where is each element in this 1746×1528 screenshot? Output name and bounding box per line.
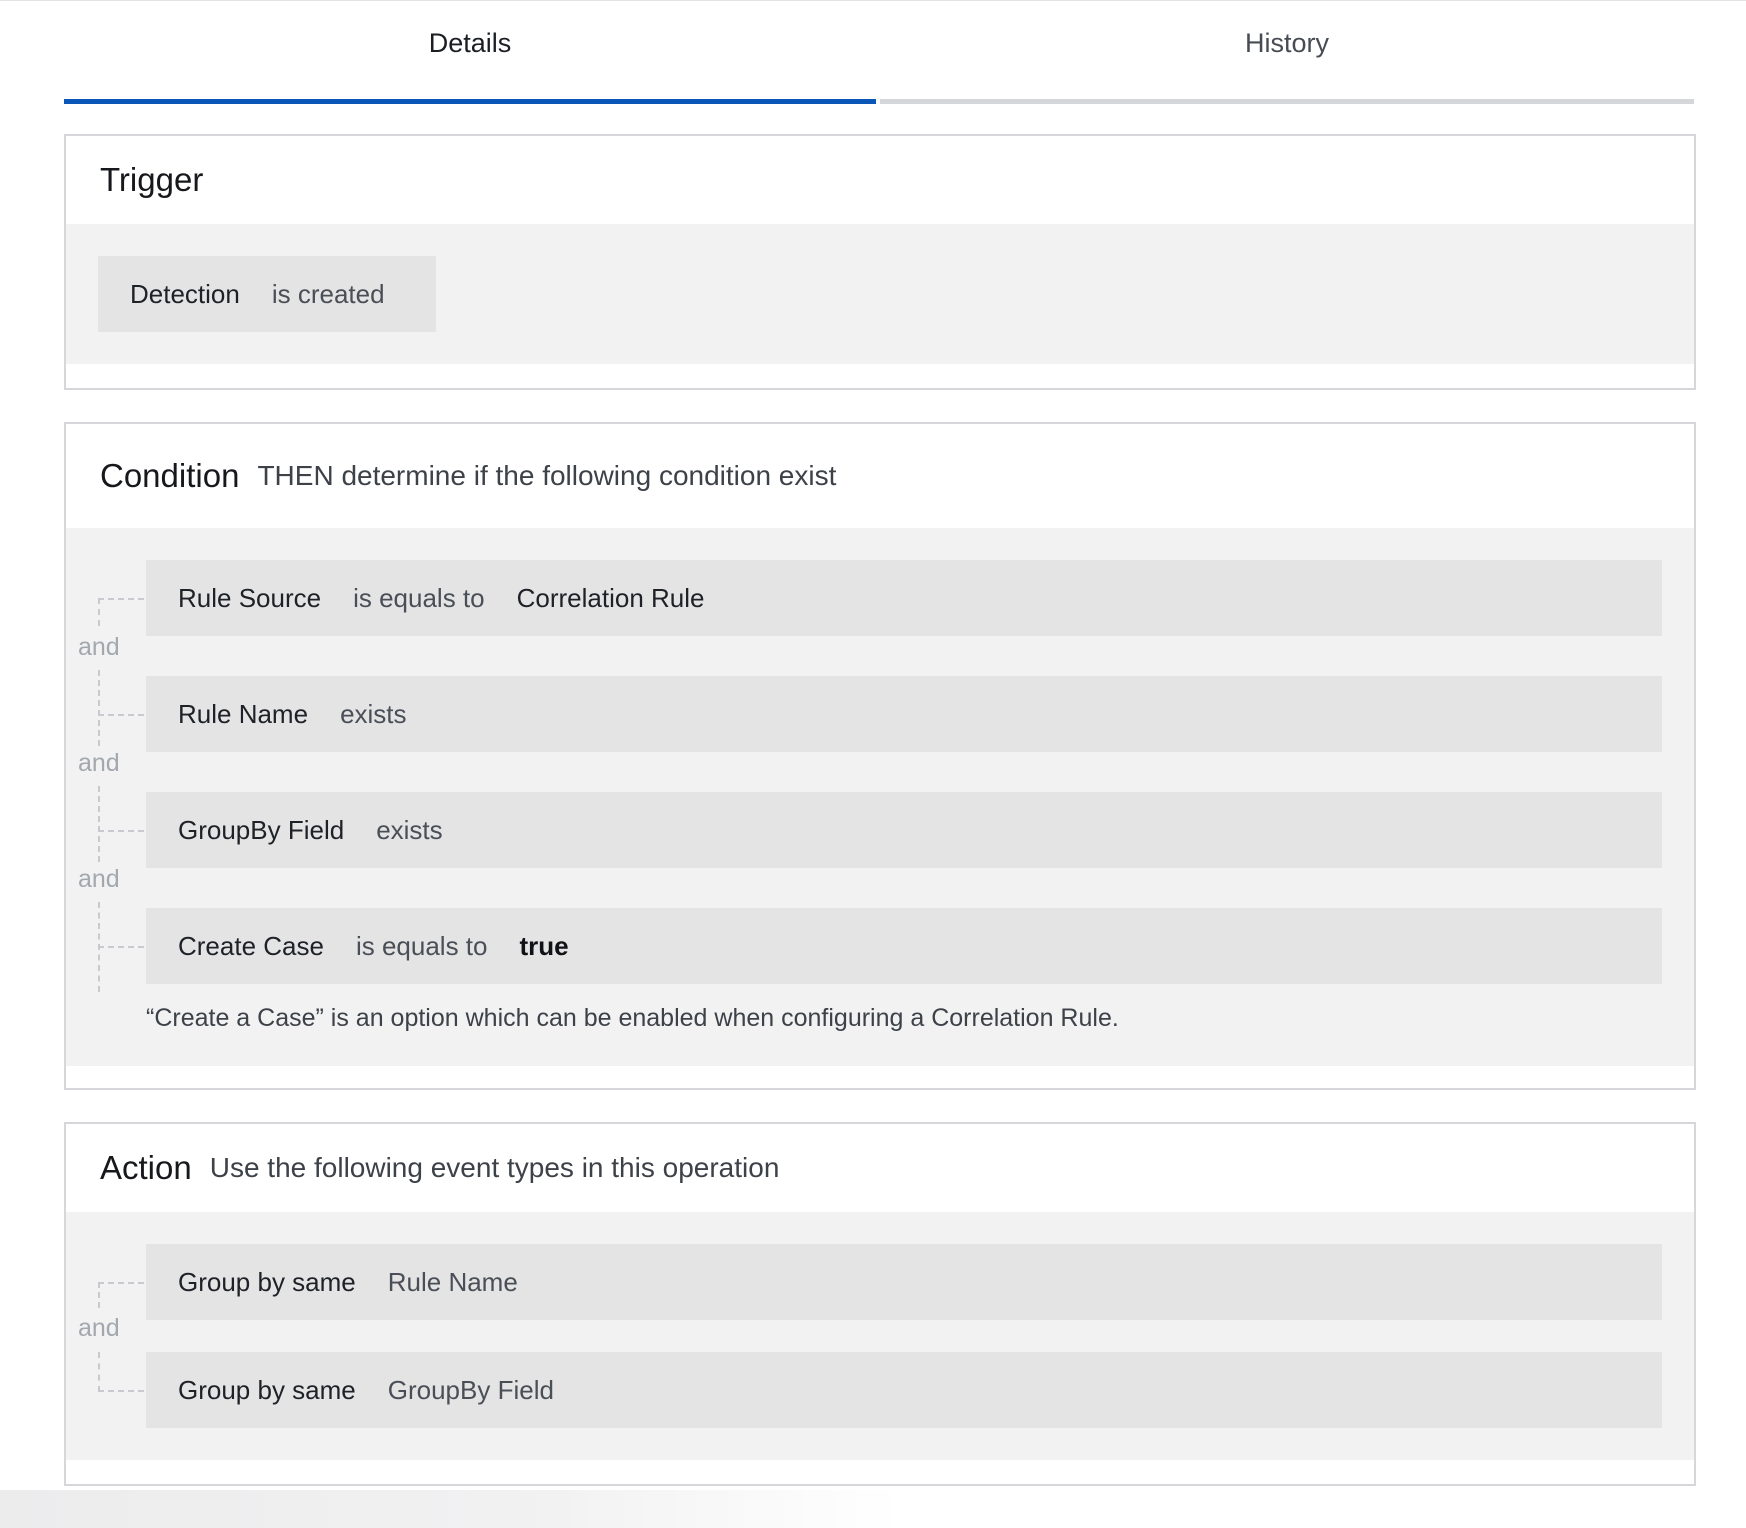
bottom-fade — [0, 1490, 900, 1528]
and-connector: and — [78, 1314, 120, 1342]
condition-value: Correlation Rule — [516, 582, 705, 613]
condition-field: GroupBy Field — [178, 814, 345, 845]
condition-header: Condition THEN determine if the followin… — [66, 424, 1694, 528]
condition-operator: exists — [376, 814, 443, 845]
action-field: Group by same — [178, 1374, 356, 1405]
condition-row: Create Case is equals to true — [146, 908, 1662, 984]
condition-row: GroupBy Field exists — [146, 792, 1662, 868]
condition-row: Rule Source is equals to Correlation Rul… — [146, 560, 1662, 636]
connector-line — [98, 786, 100, 862]
action-value: GroupBy Field — [387, 1374, 554, 1405]
and-connector: and — [78, 865, 120, 893]
connector-line — [98, 1390, 144, 1392]
condition-operator: is equals to — [355, 930, 488, 961]
condition-field: Rule Source — [178, 582, 322, 613]
connector-line — [98, 946, 144, 948]
and-connector: and — [78, 749, 120, 777]
condition-card: Condition THEN determine if the followin… — [64, 422, 1696, 1090]
condition-value: true — [519, 930, 569, 961]
connector-line — [98, 1282, 144, 1284]
condition-field: Rule Name — [178, 698, 309, 729]
action-field: Group by same — [178, 1266, 356, 1297]
and-connector: and — [78, 633, 120, 661]
connector-line — [98, 714, 144, 716]
condition-field: Create Case — [178, 930, 324, 961]
tab-details-label: Details — [428, 28, 512, 58]
condition-operator: exists — [340, 698, 407, 729]
action-body: and Group by same Rule Name Group by sam… — [66, 1212, 1694, 1460]
condition-note: “Create a Case” is an option which can b… — [146, 1004, 1119, 1032]
connector-line — [98, 1352, 100, 1392]
tab-history[interactable]: History — [880, 0, 1694, 104]
condition-operator: is equals to — [353, 582, 485, 613]
condition-subtitle: THEN determine if the following conditio… — [257, 460, 837, 491]
condition-body: and and and Rule Source is equals to Cor… — [66, 528, 1694, 1066]
trigger-field: Detection — [130, 278, 240, 309]
action-title: Action — [100, 1149, 192, 1186]
action-card: Action Use the following event types in … — [64, 1122, 1696, 1486]
action-row: Group by same Rule Name — [146, 1244, 1662, 1320]
condition-row: Rule Name exists — [146, 676, 1662, 752]
tab-history-label: History — [1244, 28, 1329, 58]
trigger-card: Trigger Detection is created — [64, 134, 1696, 390]
trigger-title: Trigger — [100, 161, 204, 198]
tab-bar: Details History — [64, 0, 1694, 104]
connector-line — [98, 670, 100, 746]
tab-details[interactable]: Details — [64, 0, 876, 104]
action-header: Action Use the following event types in … — [66, 1124, 1694, 1212]
trigger-header: Trigger — [66, 136, 1694, 224]
condition-title: Condition — [100, 457, 240, 494]
connector-line — [98, 830, 144, 832]
connector-line — [98, 1282, 100, 1308]
action-row: Group by same GroupBy Field — [146, 1352, 1662, 1428]
action-subtitle: Use the following event types in this op… — [209, 1152, 780, 1183]
connector-line — [98, 598, 100, 626]
trigger-body: Detection is created — [66, 224, 1694, 364]
trigger-operator: is created — [271, 278, 385, 309]
action-value: Rule Name — [387, 1266, 518, 1297]
trigger-chip: Detection is created — [98, 256, 436, 332]
connector-line — [98, 598, 144, 600]
